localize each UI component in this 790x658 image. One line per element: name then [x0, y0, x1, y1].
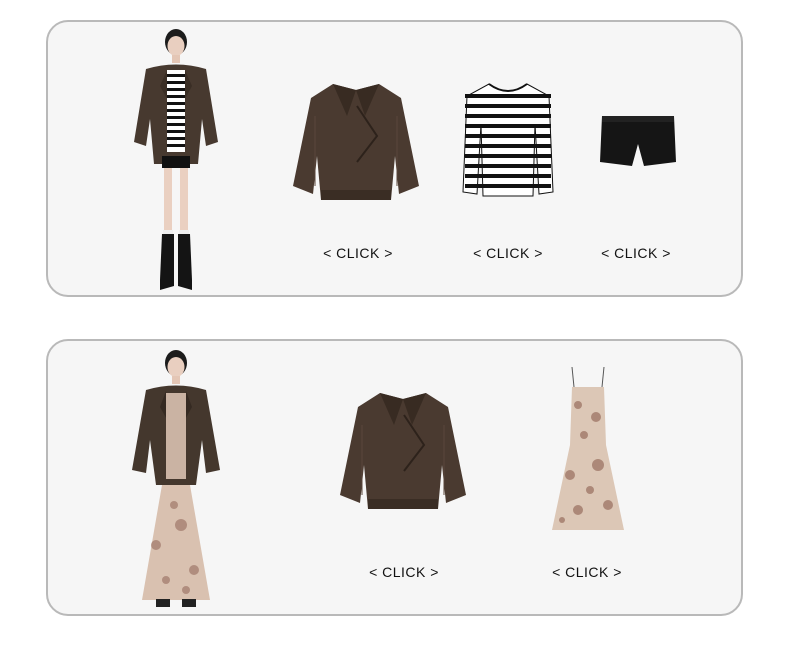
click-link-jacket[interactable]: < CLICK >: [369, 564, 439, 580]
click-link-shorts[interactable]: < CLICK >: [601, 245, 671, 261]
outfit-card-1: < CLICK > < CLICK > < CLICK >: [46, 20, 743, 297]
outfit-card-2: < CLICK > < CLICK >: [46, 339, 743, 616]
striped-top-product-image[interactable]: [461, 80, 555, 200]
model-photo-outfit-1: [126, 24, 226, 296]
black-shorts-product-image[interactable]: [598, 114, 678, 168]
click-link-jacket[interactable]: < CLICK >: [323, 245, 393, 261]
floral-dress-product-image[interactable]: [548, 365, 628, 535]
click-link-dress[interactable]: < CLICK >: [552, 564, 622, 580]
leather-jacket-product-image[interactable]: [338, 385, 468, 515]
click-link-striped-top[interactable]: < CLICK >: [473, 245, 543, 261]
leather-jacket-product-image[interactable]: [291, 76, 421, 206]
model-photo-outfit-2: [126, 345, 226, 615]
